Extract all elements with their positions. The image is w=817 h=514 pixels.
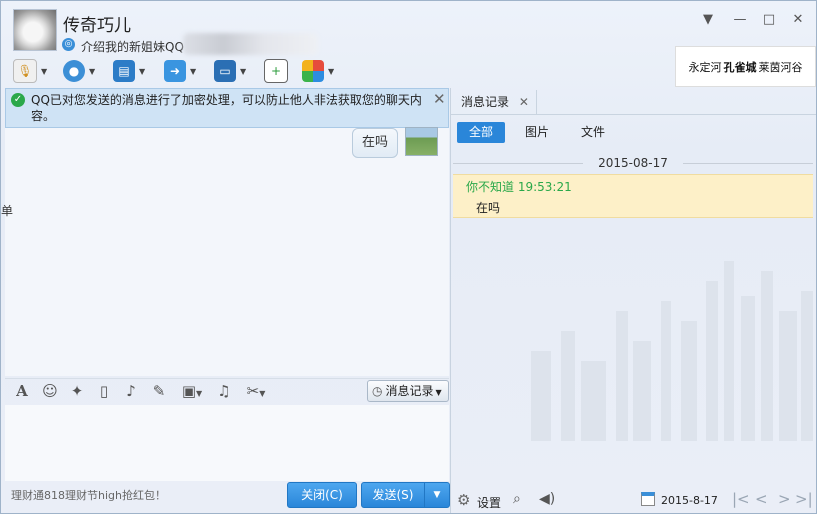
gear-icon[interactable]: ⚙ [457,491,470,509]
next-page-icon[interactable]: > [778,490,791,508]
chevron-down-icon: ▼ [190,66,197,76]
search-icon[interactable]: ⌕ [513,491,521,507]
file-transfer-icon: ➜ [164,60,186,82]
history-footer-date[interactable]: 2015-8-17 [661,494,718,507]
blurred-region [183,33,318,55]
filter-all[interactable]: 全部 [457,122,505,143]
chat-message-area[interactable] [5,126,449,376]
add-chat-icon: + [264,59,288,83]
chevron-down-icon: ▼ [328,66,335,76]
video-camera-icon: ● [63,60,85,82]
signature-icon: ◎ [62,38,75,51]
message-history-button[interactable]: ◷ 消息记录 ▼ [367,380,449,402]
chevron-down-icon: ▼ [41,66,48,76]
window-menu-button[interactable]: ▼ [698,11,718,29]
contact-signature: 介绍我的新姐妹QQ [81,40,184,54]
contact-name[interactable]: 传奇巧儿 [63,11,131,36]
ad-banner[interactable]: 永定河 孔雀城 莱茵河谷 [675,46,816,87]
screen-share-icon: ▤ [113,60,135,82]
chevron-down-icon: ▼ [433,490,441,500]
emoji-icon[interactable]: ☺ [41,382,59,400]
message-history-label: 消息记录 [385,384,434,398]
close-tab-icon[interactable]: ✕ [519,95,529,109]
ad-text-1: 永定河 [688,60,722,74]
separator-line [683,163,813,164]
encryption-notice-text: QQ已对您发送的消息进行了加密处理，可以防止他人非法获取您的聊天内容。 [31,93,422,123]
font-icon[interactable]: A [13,382,31,400]
speaker-icon[interactable]: ◀) [539,491,555,507]
message-bubble[interactable]: 在吗 [352,128,398,158]
ad-text-3: 莱茵河谷 [758,60,803,74]
previous-page-icon[interactable]: < [755,490,768,508]
video-call-button[interactable]: ● ▼ [63,58,95,84]
doodle-icon[interactable]: ✎ [150,382,168,400]
settings-label[interactable]: 设置 [477,494,501,511]
first-page-icon[interactable]: |< [732,490,750,508]
close-notice-icon[interactable]: ✕ [433,90,446,108]
filter-files[interactable]: 文件 [569,122,617,143]
history-message-text: 在吗 [476,201,501,215]
history-sender: 你不知道 [466,180,515,194]
tab-underline [451,114,816,115]
history-footer: ⚙ 设置 ⌕ ◀) 2015-8-17 |< < > >| [451,487,816,513]
image-icon[interactable]: ▣▼ [177,382,207,400]
tab-message-history-label: 消息记录 [461,95,510,109]
filter-images[interactable]: 图片 [513,122,561,143]
check-icon: ✓ [11,93,25,107]
chevron-down-icon: ▼ [435,388,442,397]
message-input[interactable] [5,405,449,481]
clipped-text: 单 [1,204,14,218]
create-discussion-button[interactable]: + [264,58,288,84]
city-skyline-background [531,261,813,441]
screen-shake-icon[interactable]: ▯ [95,382,113,400]
music-icon[interactable]: ♫ [215,382,233,400]
clock-icon: ◷ [372,384,383,398]
chevron-down-icon: ▼ [139,66,146,76]
apps-icon [302,60,324,82]
apps-button[interactable]: ▼ [302,58,334,84]
remote-desktop-icon: ▭ [214,60,236,82]
minimize-button[interactable]: — [730,11,750,29]
calendar-icon[interactable] [641,492,655,506]
my-avatar[interactable] [405,127,438,156]
file-transfer-button[interactable]: ➜ ▼ [164,58,196,84]
chat-window: 传奇巧儿 ◎ 介绍我的新姐妹QQ ▼ — □ ✕ 🎙 ▼ ● ▼ ▤ ▼ ➜ ▼ ▭ ▼ … [0,0,817,514]
chevron-down-icon: ▼ [240,66,247,76]
close-button[interactable]: ✕ [788,11,808,29]
history-time: 19:53:21 [517,180,572,194]
microphone-icon: 🎙 [13,59,37,83]
voice-call-button[interactable]: 🎙 ▼ [13,58,47,84]
screenshot-scissors-icon[interactable]: ✂▼ [241,382,271,400]
contact-avatar[interactable] [13,9,57,51]
send-options-button[interactable]: ▼ [424,482,450,508]
voice-message-icon[interactable]: ♪ [122,382,140,400]
send-button[interactable]: 发送(S) [361,482,425,508]
ad-text-2: 孔雀城 [723,60,757,74]
history-date-separator: 2015-08-17 [453,156,813,172]
encryption-notice: ✓ QQ已对您发送的消息进行了加密处理，可以防止他人非法获取您的聊天内容。 ✕ [5,88,449,128]
chevron-down-icon: ▼ [89,66,96,76]
pane-divider[interactable] [450,88,451,513]
history-message-header: 你不知道 19:53:21 [466,178,572,195]
last-page-icon[interactable]: >| [795,490,813,508]
magic-wand-icon[interactable]: ✦ [68,382,86,400]
remote-desktop-button[interactable]: ▭ ▼ [214,58,246,84]
promo-link[interactable]: 理财通818理财节high抢红包！ [11,487,166,503]
tab-message-history[interactable]: 消息记录 ✕ [453,90,537,114]
maximize-button[interactable]: □ [759,11,779,29]
screen-share-button[interactable]: ▤ ▼ [113,58,145,84]
history-message[interactable]: 你不知道 19:53:21 在吗 [453,174,813,218]
close-chat-button[interactable]: 关闭(C) [287,482,357,508]
